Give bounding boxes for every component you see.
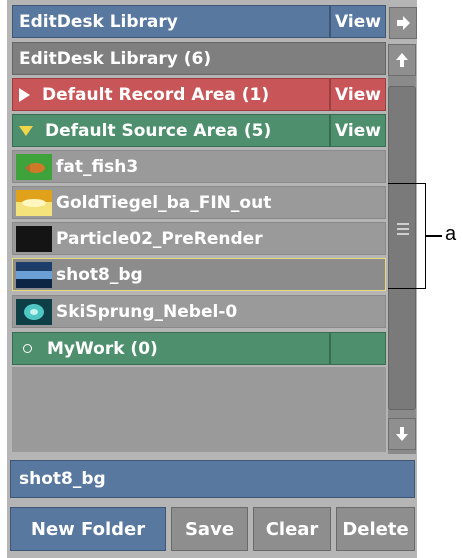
record-area-folder[interactable]: Default Record Area (1) [12,78,330,111]
mywork-folder[interactable]: MyWork (0) [12,332,330,365]
header-view-button[interactable]: View [330,5,386,38]
clip-name: SkiSprung_Nebel-0 [56,301,238,322]
scroll-down-button[interactable] [388,418,416,450]
source-area-label: Default Source Area (5) [45,120,272,141]
clip-name: GoldTiegel_ba_FIN_out [56,192,272,213]
library-root-item[interactable]: EditDesk Library (6) [12,42,386,75]
source-view-label: View [335,120,381,141]
save-label: Save [184,518,235,540]
empty-list-area [12,367,386,452]
record-view-label: View [335,84,381,105]
scroll-up-button[interactable] [388,44,416,76]
clip-name-field[interactable]: shot8_bg [10,460,415,498]
clip-thumbnail [16,298,52,325]
clip-row[interactable]: Particle02_PreRender [12,222,386,255]
clip-name: fat_fish3 [56,156,139,177]
library-title: EditDesk Library [12,5,330,38]
clip-row[interactable]: SkiSprung_Nebel-0 [12,295,386,328]
new-folder-button[interactable]: New Folder [10,507,166,551]
library-title-text: EditDesk Library [19,11,178,32]
expand-arrow-button[interactable] [389,7,417,39]
clip-name: Particle02_PreRender [56,228,263,249]
expanded-triangle-icon [19,125,33,136]
clip-name-value: shot8_bg [19,469,106,489]
clip-row[interactable]: GoldTiegel_ba_FIN_out [12,186,386,219]
clip-thumbnail [16,225,52,252]
clip-thumbnail [16,189,52,216]
clear-button[interactable]: Clear [253,507,331,551]
empty-folder-icon [23,344,32,353]
callout-leader-line [426,235,442,237]
callout-label: a [445,223,457,245]
delete-button[interactable]: Delete [336,507,415,551]
clear-label: Clear [265,518,319,540]
record-area-view-button[interactable]: View [330,78,386,111]
source-area-view-button[interactable]: View [330,114,386,147]
new-folder-label: New Folder [30,518,146,540]
clip-row[interactable]: fat_fish3 [12,150,386,183]
clip-thumbnail [16,261,52,288]
arrow-down-icon [396,427,408,441]
library-root-label: EditDesk Library (6) [19,48,212,69]
save-button[interactable]: Save [171,507,248,551]
callout-bracket [388,183,426,289]
mywork-row-end [330,332,386,365]
source-area-folder[interactable]: Default Source Area (5) [12,114,330,147]
clip-row-selected[interactable]: shot8_bg [12,258,386,291]
clip-name: shot8_bg [56,264,143,285]
mywork-label: MyWork (0) [47,338,158,359]
header-view-label: View [335,11,381,32]
collapsed-triangle-icon [19,87,30,102]
record-area-label: Default Record Area (1) [42,84,270,105]
arrow-up-icon [396,53,408,67]
clip-thumbnail [16,153,52,180]
delete-label: Delete [342,518,409,540]
arrow-right-icon [397,16,410,30]
